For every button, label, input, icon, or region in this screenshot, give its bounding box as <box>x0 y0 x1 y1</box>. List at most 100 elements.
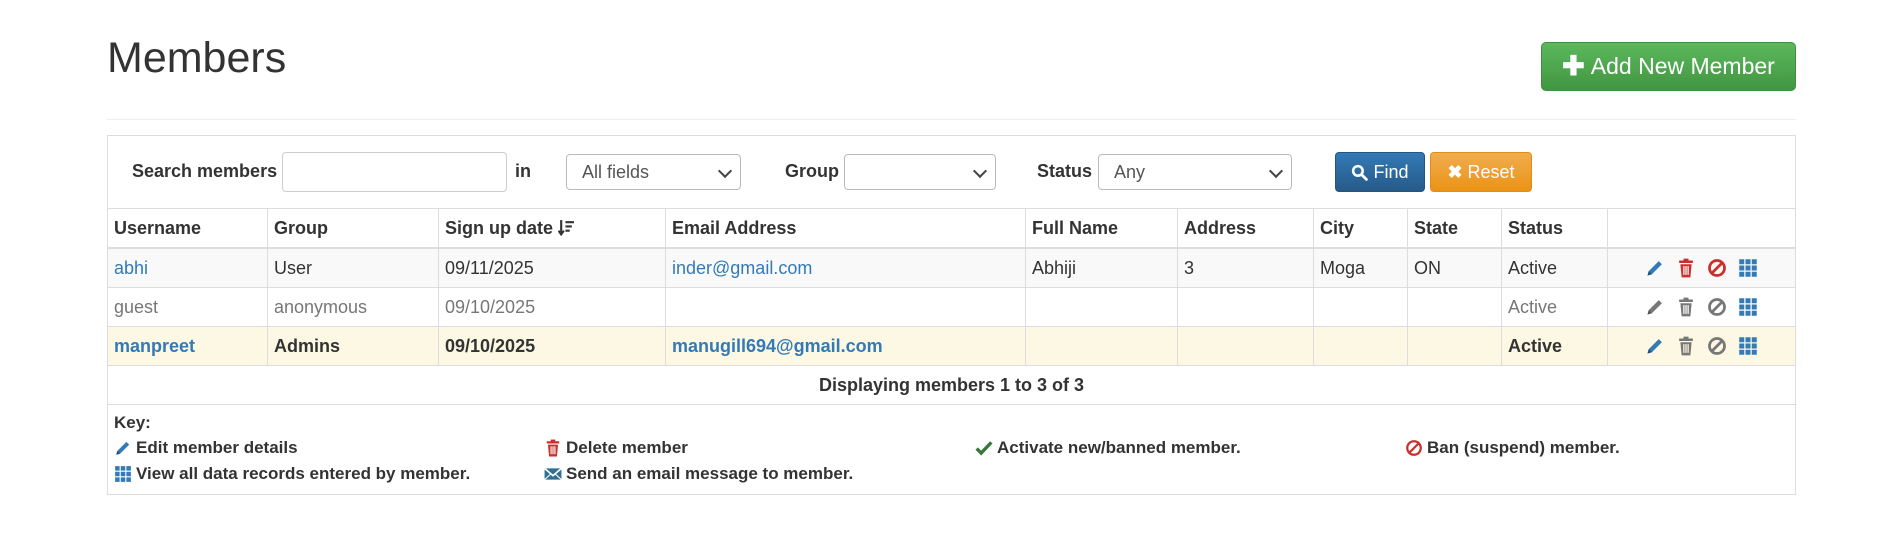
cell-city: Moga <box>1313 248 1408 288</box>
email-link[interactable]: inder@gmail.com <box>672 258 812 278</box>
key-email: Send an email message to member. <box>544 464 853 484</box>
cell-group: Admins <box>267 326 439 366</box>
pagination-row: Displaying members 1 to 3 of 3 <box>108 365 1795 405</box>
key-edit: Edit member details <box>114 438 298 458</box>
table-header-row: Username Group Sign up date Email Addres… <box>108 209 1795 249</box>
cell-address: 3 <box>1177 248 1314 288</box>
header-actions <box>1607 209 1795 249</box>
page: Members ✚ Add New Member Search members … <box>0 0 1892 546</box>
group-label: Group <box>785 161 839 181</box>
search-field-select[interactable]: All fields <box>566 154 741 190</box>
header-status[interactable]: Status <box>1501 209 1608 249</box>
divider <box>107 119 1796 120</box>
grid-icon[interactable] <box>1738 297 1758 317</box>
username-link[interactable]: abhi <box>114 258 148 278</box>
cell-fullname <box>1025 326 1178 366</box>
key-delete: Delete member <box>544 438 688 458</box>
cell-address <box>1177 287 1314 327</box>
cell-address <box>1177 326 1314 366</box>
key-email-label: Send an email message to member. <box>566 464 854 483</box>
cell-fullname: Abhiji <box>1025 248 1178 288</box>
cell-signup: 09/10/2025 <box>438 326 666 366</box>
cell-fullname <box>1025 287 1178 327</box>
cell-actions <box>1607 248 1795 288</box>
cell-group: anonymous <box>267 287 439 327</box>
cell-state <box>1407 326 1502 366</box>
cell-state <box>1407 287 1502 327</box>
cell-signup: 09/11/2025 <box>438 248 666 288</box>
ban-icon <box>1406 440 1422 456</box>
pencil-icon[interactable] <box>1645 336 1665 356</box>
pencil-icon <box>116 441 130 455</box>
table-row: guest anonymous 09/10/2025 Active <box>108 287 1795 327</box>
key-activate-label: Activate new/banned member. <box>997 438 1241 457</box>
trash-icon[interactable] <box>1676 258 1696 278</box>
in-label: in <box>515 161 531 181</box>
cell-username: guest <box>108 287 268 327</box>
grid-icon[interactable] <box>1738 336 1758 356</box>
key-legend: Key: Edit member details Delete member A… <box>114 413 1784 483</box>
cell-actions <box>1607 326 1795 366</box>
header-username[interactable]: Username <box>108 209 268 249</box>
status-select-value: Any <box>1114 162 1146 182</box>
pencil-icon[interactable] <box>1645 258 1665 278</box>
header-group[interactable]: Group <box>267 209 439 249</box>
key-activate: Activate new/banned member. <box>975 438 1241 458</box>
add-new-member-button[interactable]: ✚ Add New Member <box>1541 42 1796 91</box>
key-view: View all data records entered by member. <box>114 464 470 484</box>
search-members-label: Search members <box>132 161 278 181</box>
cell-status: Active <box>1501 248 1608 288</box>
cell-actions <box>1607 287 1795 327</box>
cell-status: Active <box>1501 326 1608 366</box>
cell-status: Active <box>1501 287 1608 327</box>
header-signup-date[interactable]: Sign up date <box>438 209 666 249</box>
chevron-down-icon <box>1268 163 1284 179</box>
search-icon <box>1352 164 1369 181</box>
username-link[interactable]: manpreet <box>114 336 195 356</box>
pencil-icon[interactable] <box>1645 297 1665 317</box>
table-row: manpreet Admins 09/10/2025 manugill694@g… <box>108 326 1795 366</box>
search-input[interactable] <box>282 152 507 192</box>
key-title: Key: <box>114 413 151 432</box>
page-title: Members <box>107 34 287 82</box>
close-icon: ✖ <box>1447 161 1463 182</box>
trash-icon <box>546 439 560 457</box>
find-button[interactable]: Find <box>1335 152 1425 192</box>
status-label: Status <box>1037 161 1093 181</box>
key-view-label: View all data records entered by member. <box>136 464 471 483</box>
chevron-down-icon <box>717 163 733 179</box>
cell-username: manpreet <box>108 326 268 366</box>
members-table: Username Group Sign up date Email Addres… <box>108 209 1795 405</box>
chevron-down-icon <box>972 163 988 179</box>
trash-icon[interactable] <box>1676 297 1696 317</box>
cell-email: manugill694@gmail.com <box>665 326 1026 366</box>
header-email[interactable]: Email Address <box>665 209 1026 249</box>
status-select[interactable]: Any <box>1098 154 1292 190</box>
reset-label: Reset <box>1467 161 1515 182</box>
cell-email <box>665 287 1026 327</box>
key-ban-label: Ban (suspend) member. <box>1427 438 1620 457</box>
ban-icon[interactable] <box>1707 336 1727 356</box>
members-panel: Search members in All fields Group Statu… <box>107 135 1796 495</box>
cell-city <box>1313 287 1408 327</box>
grid-icon <box>115 466 131 482</box>
add-new-member-label: Add New Member <box>1590 53 1775 79</box>
ban-icon[interactable] <box>1707 258 1727 278</box>
email-link[interactable]: manugill694@gmail.com <box>672 336 883 356</box>
plus-icon: ✚ <box>1562 51 1585 81</box>
reset-button[interactable]: ✖ Reset <box>1430 152 1532 192</box>
search-bar: Search members in All fields Group Statu… <box>108 136 1795 209</box>
grid-icon[interactable] <box>1738 258 1758 278</box>
header-state[interactable]: State <box>1407 209 1502 249</box>
cell-username: abhi <box>108 248 268 288</box>
trash-icon[interactable] <box>1676 336 1696 356</box>
group-select[interactable] <box>844 154 996 190</box>
cell-state: ON <box>1407 248 1502 288</box>
envelope-icon <box>544 467 562 481</box>
find-label: Find <box>1373 161 1409 182</box>
header-full-name[interactable]: Full Name <box>1025 209 1178 249</box>
ban-icon[interactable] <box>1707 297 1727 317</box>
signup-date-label: Sign up date <box>445 217 553 238</box>
header-address[interactable]: Address <box>1177 209 1314 249</box>
header-city[interactable]: City <box>1313 209 1408 249</box>
